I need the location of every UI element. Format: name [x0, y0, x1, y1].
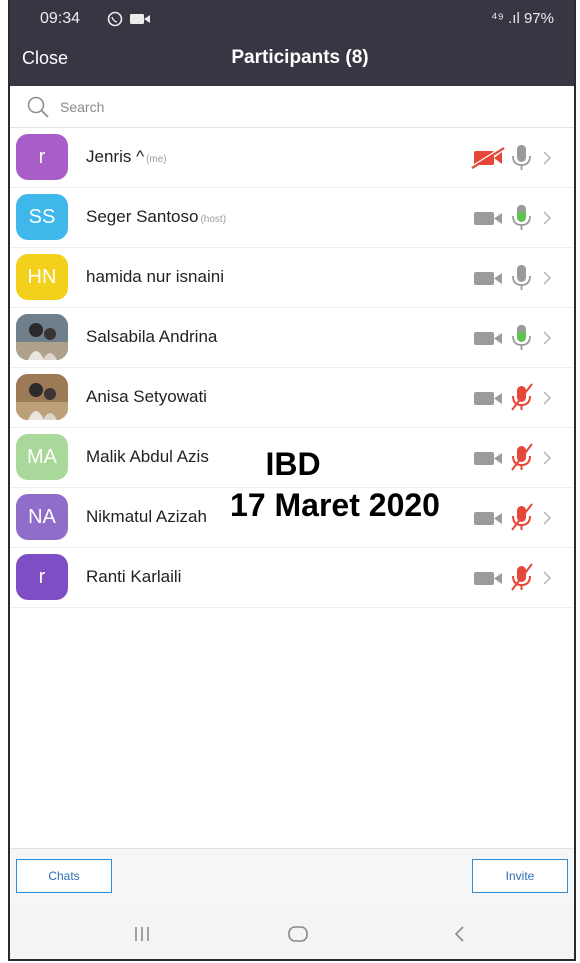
home-icon[interactable]: [286, 922, 310, 946]
avatar-photo-icon: [16, 314, 68, 360]
participant-status-icons: [464, 562, 574, 594]
participant-row[interactable]: r Jenris ^ (me): [10, 128, 574, 188]
recent-apps-icon[interactable]: [130, 922, 154, 946]
chevron-right-icon: [543, 271, 552, 285]
avatar-photo-icon: [16, 374, 68, 420]
mic-icon: [512, 325, 531, 350]
participant-row[interactable]: HN hamida nur isnaini: [10, 248, 574, 308]
search-icon: [27, 96, 49, 118]
participant-name: Anisa Setyowati: [86, 387, 207, 406]
mic-icon: [512, 205, 531, 230]
participant-name: hamida nur isnaini: [86, 267, 224, 286]
participant-role-tag: (me): [146, 154, 167, 165]
participant-status-icons: [464, 202, 574, 234]
page-title: Participants (8): [231, 47, 369, 68]
mic-muted-icon: [511, 443, 533, 471]
participant-status-icons: [464, 382, 574, 414]
search-bar: [10, 86, 574, 128]
video-camera-icon: [474, 512, 502, 525]
avatar-initials: HN: [27, 265, 57, 288]
participant-name-wrap: Anisa Setyowati: [86, 387, 207, 407]
avatar: r: [16, 554, 68, 600]
video-off-icon: [471, 145, 505, 170]
participant-name: Nikmatul Azizah: [86, 507, 207, 526]
participant-name-wrap: Ranti Karlaili: [86, 567, 181, 587]
participant-status-icons: [464, 142, 574, 174]
search-input[interactable]: [60, 95, 540, 119]
avatar: HN: [16, 254, 68, 300]
mic-muted-icon: [511, 383, 533, 411]
participant-row[interactable]: r Ranti Karlaili: [10, 548, 574, 608]
participant-row[interactable]: NA Nikmatul Azizah: [10, 488, 574, 548]
video-camera-icon: [474, 212, 502, 225]
chevron-right-icon: [543, 211, 552, 225]
participant-name-wrap: Malik Abdul Azis: [86, 447, 209, 467]
avatar-initials: NA: [28, 505, 56, 528]
participant-status-icons: [464, 262, 574, 294]
bottom-bar: Chats Invite: [10, 848, 574, 906]
avatar: [16, 374, 68, 420]
video-camera-icon: [474, 272, 502, 285]
participant-list: r Jenris ^ (me) SS Seger Santoso (host) HN hami…: [10, 128, 574, 608]
app-window: 09:34 ⁴⁹ .ıl 97% Close Participants (8) …: [8, 0, 576, 961]
participant-row[interactable]: Anisa Setyowati: [10, 368, 574, 428]
mic-muted-icon: [511, 563, 533, 591]
participant-name-wrap: Seger Santoso (host): [86, 207, 226, 227]
chevron-right-icon: [543, 571, 552, 585]
mic-icon: [512, 265, 531, 290]
avatar-initials: SS: [28, 205, 56, 228]
mic-icon: [512, 145, 531, 170]
avatar-initials: MA: [27, 445, 57, 468]
mic-muted-icon: [511, 503, 533, 531]
chevron-right-icon: [543, 511, 552, 525]
top-header: 09:34 ⁴⁹ .ıl 97% Close Participants (8): [10, 0, 574, 86]
avatar: NA: [16, 494, 68, 540]
participant-name: Seger Santoso: [86, 207, 199, 226]
participant-role-tag: (host): [200, 214, 227, 225]
participant-name-wrap: hamida nur isnaini: [86, 267, 224, 287]
chevron-right-icon: [543, 391, 552, 405]
participant-row[interactable]: SS Seger Santoso (host): [10, 188, 574, 248]
participant-status-icons: [464, 502, 574, 534]
chevron-right-icon: [543, 451, 552, 465]
invite-button[interactable]: Invite: [472, 859, 568, 893]
participant-name-wrap: Jenris ^ (me): [86, 147, 167, 167]
video-camera-icon: [474, 572, 502, 585]
chevron-right-icon: [543, 331, 552, 345]
avatar: [16, 314, 68, 360]
status-time: 09:34: [40, 10, 81, 27]
participant-name: Jenris ^: [86, 147, 145, 166]
notification-icons: [107, 11, 150, 27]
avatar: SS: [16, 194, 68, 240]
nav-bar: Close Participants (8): [10, 36, 574, 86]
participant-name-wrap: Salsabila Andrina: [86, 327, 217, 347]
back-icon[interactable]: [448, 922, 472, 946]
page-title-wrap: Participants (8): [10, 47, 574, 69]
chevron-right-icon: [543, 151, 552, 165]
video-camera-icon: [474, 452, 502, 465]
video-camera-icon: [474, 332, 502, 345]
participant-name: Salsabila Andrina: [86, 327, 218, 346]
participant-row[interactable]: Salsabila Andrina: [10, 308, 574, 368]
avatar-initials: r: [38, 145, 46, 168]
android-nav-bar: [10, 906, 574, 959]
chats-button[interactable]: Chats: [16, 859, 112, 893]
avatar: MA: [16, 434, 68, 480]
video-camera-icon: [474, 392, 502, 405]
participant-row[interactable]: MA Malik Abdul Azis: [10, 428, 574, 488]
signal-battery-status: ⁴⁹ .ıl 97%: [491, 10, 554, 27]
participant-name-wrap: Nikmatul Azizah: [86, 507, 207, 527]
participant-status-icons: [464, 442, 574, 474]
avatar-initials: r: [38, 565, 46, 588]
status-bar: 09:34 ⁴⁹ .ıl 97%: [10, 0, 574, 36]
participant-name: Malik Abdul Azis: [86, 447, 209, 466]
participant-name: Ranti Karlaili: [86, 567, 182, 586]
participant-status-icons: [464, 322, 574, 354]
avatar: r: [16, 134, 68, 180]
